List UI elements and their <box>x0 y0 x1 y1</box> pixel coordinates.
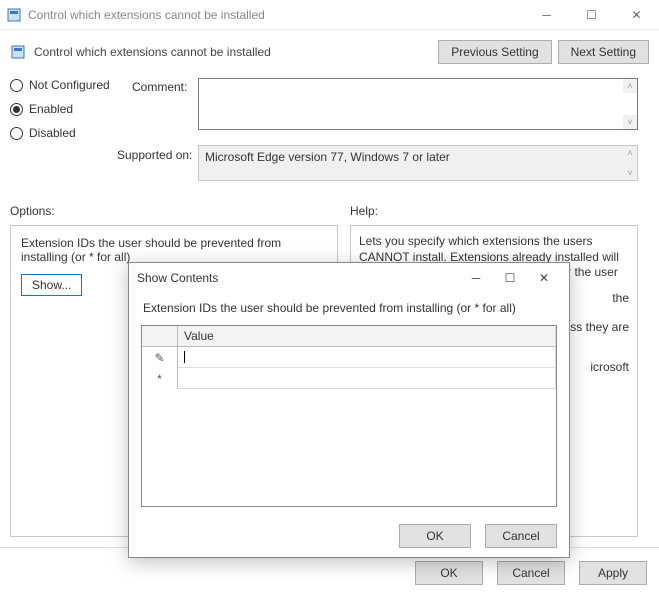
previous-setting-button[interactable]: Previous Setting <box>438 40 551 64</box>
text-cursor <box>184 351 185 363</box>
minimize-button[interactable]: ─ <box>524 0 569 30</box>
row-marker-new-icon: * <box>142 368 178 389</box>
close-button[interactable]: ✕ <box>614 0 659 30</box>
help-text: icrosoft <box>590 360 629 374</box>
page-title: Control which extensions cannot be insta… <box>34 45 432 59</box>
radio-icon <box>10 127 23 140</box>
radio-enabled[interactable]: Enabled <box>10 102 110 116</box>
grid-header-row: Value <box>142 326 556 347</box>
minimize-button[interactable]: ─ <box>459 271 493 285</box>
header: Control which extensions cannot be insta… <box>0 30 659 70</box>
state-radio-group: Not Configured Enabled Disabled <box>10 78 110 140</box>
scroll-up-icon: ˄ <box>623 146 637 160</box>
radio-not-configured[interactable]: Not Configured <box>10 78 110 92</box>
grid-row[interactable]: ✎ <box>142 347 556 368</box>
options-field-label: Extension IDs the user should be prevent… <box>21 236 327 264</box>
radio-label: Enabled <box>29 102 73 116</box>
ok-button[interactable]: OK <box>415 561 483 585</box>
show-contents-dialog: Show Contents ─ ☐ ✕ Extension IDs the us… <box>128 262 570 558</box>
show-button[interactable]: Show... <box>21 274 82 296</box>
grid-header-value: Value <box>178 326 556 346</box>
close-button[interactable]: ✕ <box>527 271 561 285</box>
next-setting-button[interactable]: Next Setting <box>558 40 649 64</box>
scroll-up-icon[interactable]: ˄ <box>623 79 637 93</box>
apply-button[interactable]: Apply <box>579 561 647 585</box>
window-title: Control which extensions cannot be insta… <box>28 8 524 22</box>
grid-row[interactable]: * <box>142 368 556 389</box>
maximize-button[interactable]: ☐ <box>569 0 614 30</box>
supported-label: Supported on: <box>117 148 192 162</box>
value-grid[interactable]: Value ✎ * <box>141 325 557 507</box>
options-label: Options: <box>10 204 55 218</box>
grid-corner <box>142 326 178 346</box>
dialog-ok-button[interactable]: OK <box>399 524 471 548</box>
policy-icon <box>10 44 26 60</box>
scroll-down-icon[interactable]: ˅ <box>623 115 637 129</box>
radio-label: Not Configured <box>29 78 110 92</box>
grid-cell-value[interactable] <box>178 368 556 389</box>
dialog-titlebar: Show Contents ─ ☐ ✕ <box>129 263 569 293</box>
radio-label: Disabled <box>29 126 76 140</box>
scroll-down-icon: ˅ <box>623 166 637 180</box>
maximize-button[interactable]: ☐ <box>493 271 527 285</box>
radio-icon <box>10 79 23 92</box>
dialog-cancel-button[interactable]: Cancel <box>485 524 557 548</box>
row-marker-edit-icon: ✎ <box>142 347 178 368</box>
dialog-title: Show Contents <box>137 271 459 285</box>
radio-disabled[interactable]: Disabled <box>10 126 110 140</box>
help-text: the <box>612 291 629 305</box>
titlebar: Control which extensions cannot be insta… <box>0 0 659 30</box>
radio-icon <box>10 103 23 116</box>
dialog-prompt: Extension IDs the user should be prevent… <box>143 301 557 315</box>
comment-label: Comment: <box>132 80 187 94</box>
cancel-button[interactable]: Cancel <box>497 561 565 585</box>
help-text: ess they are <box>564 320 629 334</box>
comment-textarea[interactable] <box>198 78 638 130</box>
grid-cell-value[interactable] <box>178 347 556 368</box>
supported-on-field: Microsoft Edge version 77, Windows 7 or … <box>198 145 638 181</box>
dialog-footer: OK Cancel <box>129 515 569 557</box>
help-label: Help: <box>350 204 378 218</box>
policy-icon <box>6 7 22 23</box>
